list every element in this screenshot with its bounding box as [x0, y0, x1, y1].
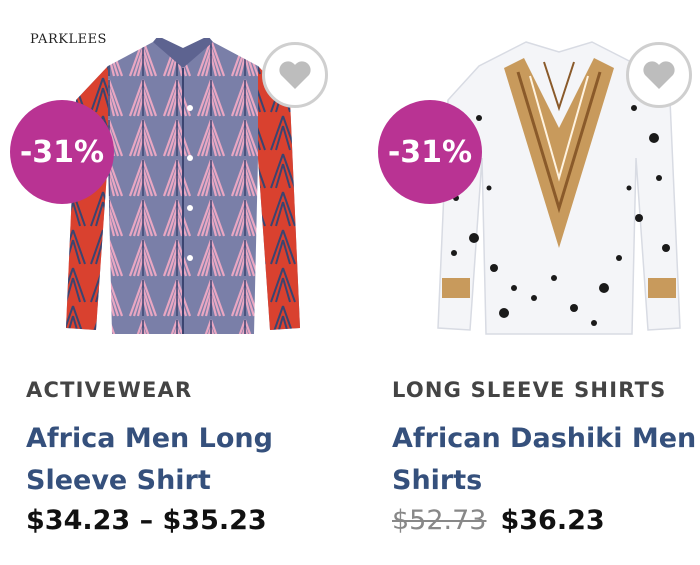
product-title[interactable]: African Dashiki Men Long Sleeve Shirts — [392, 418, 700, 502]
heart-icon — [643, 61, 675, 89]
discount-badge: -31% — [378, 100, 482, 204]
wishlist-button[interactable] — [626, 42, 692, 108]
discount-badge: -31% — [10, 100, 114, 204]
product-category[interactable]: LONG SLEEVE SHIRTS — [392, 378, 667, 402]
heart-icon — [279, 61, 311, 89]
original-price: $52.73 — [392, 505, 487, 536]
product-category[interactable]: ACTIVEWEAR — [26, 378, 192, 402]
price-range: $34.23 – $35.23 — [26, 505, 267, 536]
price: $52.73 $36.23 — [392, 505, 605, 536]
product-card[interactable]: PARKLEES -31% ACTIVEWEAR Africa Men Long… — [0, 0, 366, 565]
brand-label: PARKLEES — [30, 32, 107, 47]
wishlist-button[interactable] — [262, 42, 328, 108]
product-title[interactable]: Africa Men Long Sleeve Shirt — [26, 418, 326, 502]
product-card[interactable]: -31% LONG SLEEVE SHIRTS African Dashiki … — [366, 0, 700, 565]
sale-price: $36.23 — [500, 505, 605, 536]
